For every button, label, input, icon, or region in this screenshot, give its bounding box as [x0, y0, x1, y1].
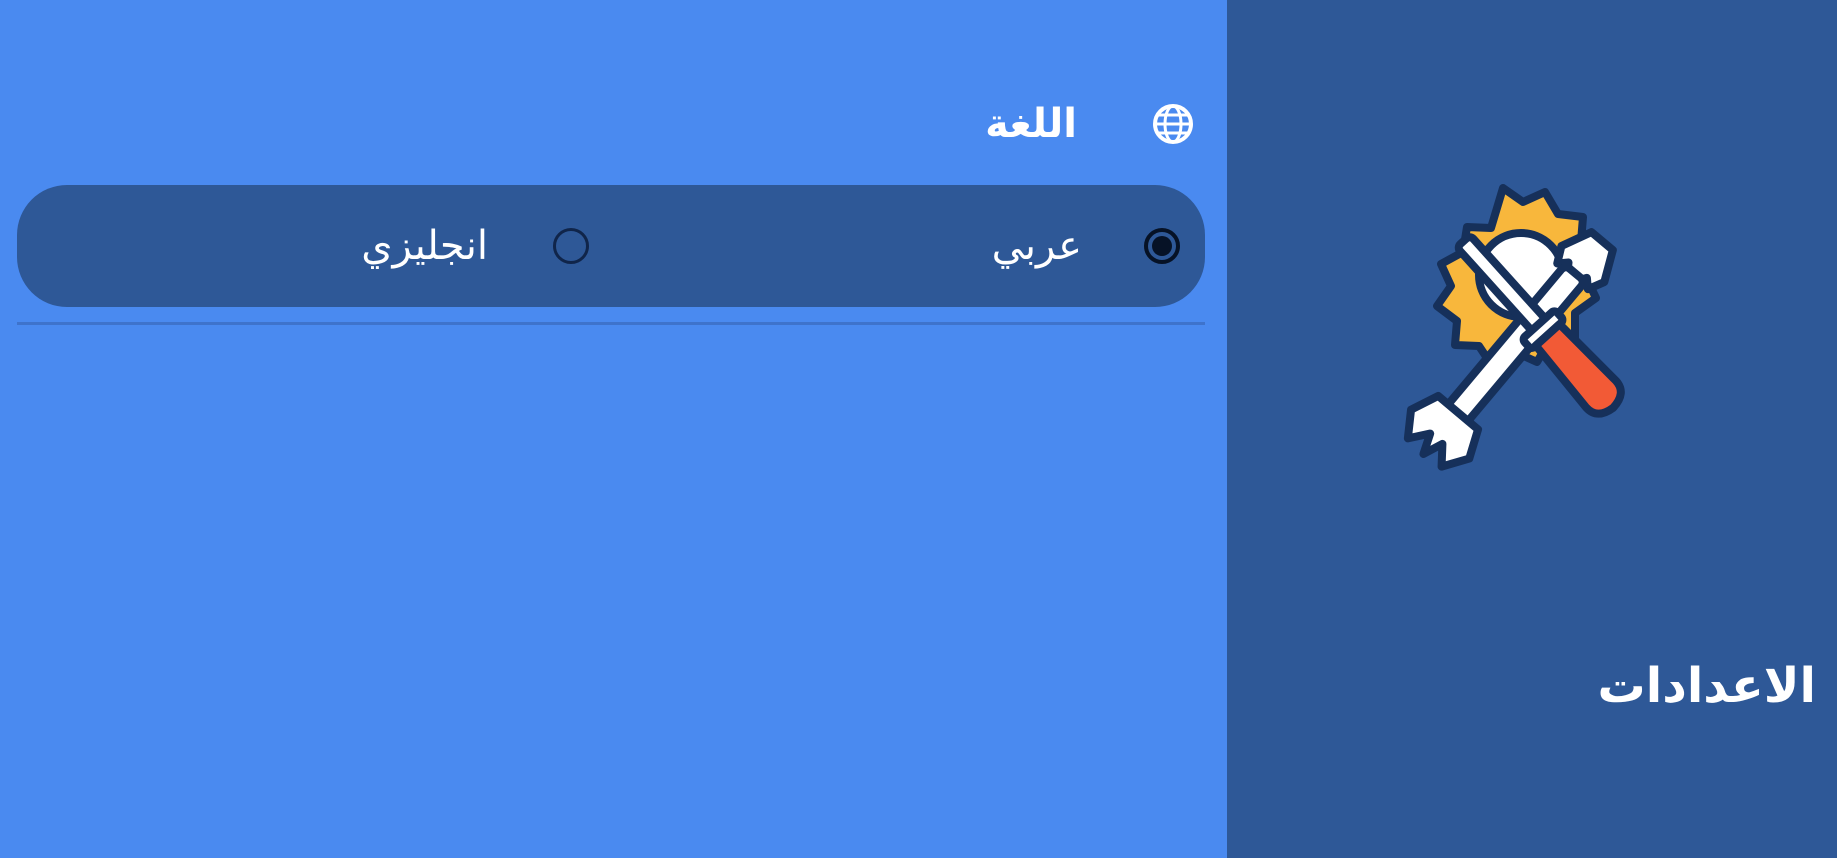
- section-divider: [17, 322, 1205, 325]
- settings-sidebar-title: الاعدادات: [1597, 658, 1816, 714]
- radio-unselected-icon[interactable]: [553, 228, 589, 264]
- language-options-container: عربي انجليزي: [17, 185, 1205, 307]
- radio-dot: [1152, 236, 1172, 256]
- language-option-english-label: انجليزي: [361, 223, 488, 269]
- settings-main-panel: اللغة عربي انجليزي: [0, 0, 1227, 858]
- settings-tools-icon: [1385, 168, 1685, 473]
- language-option-arabic-label: عربي: [991, 223, 1082, 269]
- language-section-header: اللغة: [985, 92, 1197, 156]
- language-option-arabic[interactable]: عربي: [992, 185, 1180, 307]
- globe-icon: [1149, 100, 1197, 148]
- language-section-title: اللغة: [985, 101, 1077, 147]
- language-option-english[interactable]: انجليزي: [361, 185, 589, 307]
- radio-selected-icon[interactable]: [1144, 228, 1180, 264]
